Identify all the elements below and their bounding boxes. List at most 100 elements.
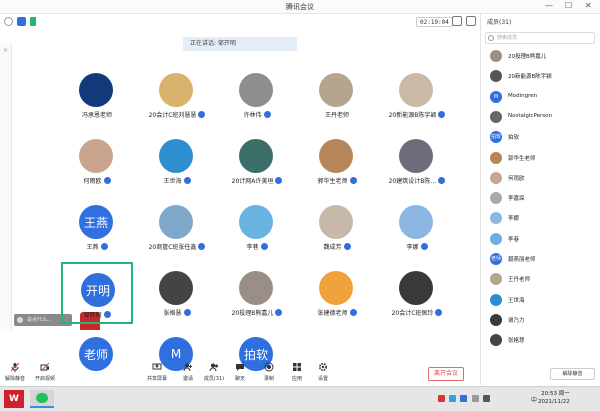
minimize-icon[interactable]: — <box>545 1 553 10</box>
participant-avatar <box>79 73 113 107</box>
participant-name: 王世海 <box>141 176 213 185</box>
member-list-item[interactable]: 何雨欧 <box>490 171 598 186</box>
member-list-item[interactable]: 郭华生老师 <box>490 151 598 166</box>
video-button[interactable]: 开启视频 <box>30 361 60 382</box>
participant-tile[interactable]: 20投理B熊嘉儿 <box>221 262 293 324</box>
member-list-item[interactable]: NostalgicPerson <box>490 110 598 125</box>
unmute-all-button[interactable]: 解除静音 <box>550 368 595 380</box>
participant-name-text: 20计网A许美垣 <box>231 178 274 185</box>
participant-tile[interactable]: 冯承恩老师 <box>61 64 133 126</box>
system-clock[interactable]: 20:53 周一 2021/11/22 <box>538 390 570 406</box>
participant-avatar <box>399 139 433 173</box>
member-list-item[interactable]: 拍软 拍软 <box>490 130 598 145</box>
record-button[interactable]: 录制 <box>254 361 284 382</box>
chat-button[interactable]: 聊天 <box>225 361 255 382</box>
participant-tile[interactable]: 许林伟 <box>221 64 293 126</box>
settings-label: 设置 <box>317 376 328 382</box>
member-list-item[interactable]: 李娜 <box>490 211 598 226</box>
invite-icon <box>183 363 192 372</box>
tray-app-icon[interactable] <box>438 395 445 402</box>
camera-icon <box>40 362 50 372</box>
participant-avatar <box>159 205 193 239</box>
participant-tile[interactable]: 20计网A许美垣 <box>221 130 293 192</box>
tray-network-icon[interactable] <box>471 395 479 402</box>
screen-share-icon <box>152 363 162 370</box>
chat-icon <box>17 317 23 323</box>
member-name: 谢乃力 <box>508 317 525 324</box>
wps-app-icon[interactable]: W <box>4 390 24 408</box>
member-list-item[interactable]: 20新能源B陈宇颖 <box>490 69 598 84</box>
tray-app-icon[interactable] <box>460 395 468 402</box>
collapsed-side-panel[interactable]: × <box>0 44 12 331</box>
participant-name-text: 王世海 <box>163 178 182 185</box>
input-language[interactable]: 中 <box>531 395 537 404</box>
tray-app-icon[interactable] <box>449 395 457 402</box>
participant-tile[interactable]: 李巷 <box>221 196 293 258</box>
participant-tile[interactable]: 20新能源B陈宇颖 <box>381 64 453 126</box>
participant-tile[interactable]: 20商管C班张任鑫 <box>141 196 213 258</box>
maximize-icon[interactable]: ☐ <box>565 1 572 10</box>
layout-icon[interactable] <box>452 16 462 26</box>
member-name: 李娜 <box>508 216 520 223</box>
participant-tile[interactable]: 李娜 <box>381 196 453 258</box>
settings-button[interactable]: 设置 <box>308 361 338 382</box>
participant-tile[interactable]: 20建筑设计B陈… <box>381 130 453 192</box>
participant-name-text: 王丹老师 <box>324 112 349 119</box>
participant-name-text: 20商管C班张任鑫 <box>148 244 197 251</box>
participant-tile[interactable]: 王燕 王燕 <box>61 196 133 258</box>
mic-button[interactable]: 解除静音 <box>0 361 30 382</box>
chat-hint-text: 说点什么... <box>27 317 52 323</box>
search-placeholder: 搜索成员 <box>497 35 518 41</box>
share-screen-button[interactable]: 共享屏幕 <box>142 361 172 382</box>
voice-badge-icon <box>198 111 206 118</box>
member-list-item[interactable]: 谢乃力 <box>490 313 598 328</box>
member-avatar <box>490 171 502 184</box>
member-search-input[interactable]: 搜索成员 <box>485 32 595 44</box>
participant-avatar <box>239 139 273 173</box>
participant-tile[interactable]: 20会计C班刘慧慧 <box>141 64 213 126</box>
participant-name: 冯承恩老师 <box>61 110 133 119</box>
participant-tile[interactable]: 开明 邹开明 <box>61 262 133 324</box>
participant-tile[interactable]: 王世海 <box>141 130 213 192</box>
participant-tile[interactable]: 张建德老师 <box>301 262 373 324</box>
voice-badge-icon <box>198 243 206 250</box>
apps-label: 应用 <box>291 376 302 382</box>
member-avatar <box>490 151 502 164</box>
tray-volume-icon[interactable] <box>482 395 490 402</box>
participant-tile[interactable]: 魏成芳 <box>301 196 373 258</box>
member-list-item[interactable]: 王丹老师 <box>490 272 598 287</box>
participant-avatar <box>159 139 193 173</box>
members-label: 成员(31) <box>203 376 225 382</box>
member-list-item[interactable]: 老师 聂燕丽老师 <box>490 252 598 267</box>
participant-tile[interactable]: 王丹老师 <box>301 64 373 126</box>
member-list-item[interactable]: 李嘉琛 <box>490 191 598 206</box>
member-avatar <box>490 70 502 83</box>
member-list-item[interactable]: M Modingren <box>490 90 598 105</box>
record-label: 录制 <box>263 376 274 382</box>
meeting-timer: 02:19:04 <box>416 17 453 27</box>
leave-meeting-button[interactable]: 离开会议 <box>428 367 464 381</box>
participant-avatar: 开明 <box>81 273 115 307</box>
member-avatar <box>490 293 502 306</box>
close-icon[interactable]: × <box>3 47 8 54</box>
info-icon[interactable] <box>4 17 13 26</box>
wechat-app-icon[interactable] <box>30 390 54 408</box>
participant-name-text: 20会计C班佩玲 <box>391 310 434 317</box>
member-list-item[interactable]: 王世海 <box>490 293 598 308</box>
member-list-item[interactable]: 李巷 <box>490 232 598 247</box>
participant-tile[interactable]: 郭华生老师 <box>301 130 373 192</box>
fullscreen-icon[interactable] <box>466 16 476 26</box>
participant-tile[interactable]: 张格慧 <box>141 262 213 324</box>
participant-tile[interactable]: 何雨欧 <box>61 130 133 192</box>
member-list-item[interactable]: 20投理B熊嘉儿 <box>490 49 598 64</box>
shield-icon[interactable] <box>17 17 26 26</box>
participant-name: 20会计C班刘慧慧 <box>141 110 213 119</box>
mic-icon <box>10 362 20 372</box>
participant-tile[interactable]: 20会计C班佩玲 <box>381 262 453 324</box>
voice-badge-icon <box>263 111 271 118</box>
participant-name: 20投理B熊嘉儿 <box>221 308 293 317</box>
member-avatar <box>490 334 502 347</box>
close-icon[interactable]: ✕ <box>585 1 592 10</box>
member-list-item[interactable]: 张格慧 <box>490 333 598 348</box>
gear-icon <box>318 362 328 372</box>
